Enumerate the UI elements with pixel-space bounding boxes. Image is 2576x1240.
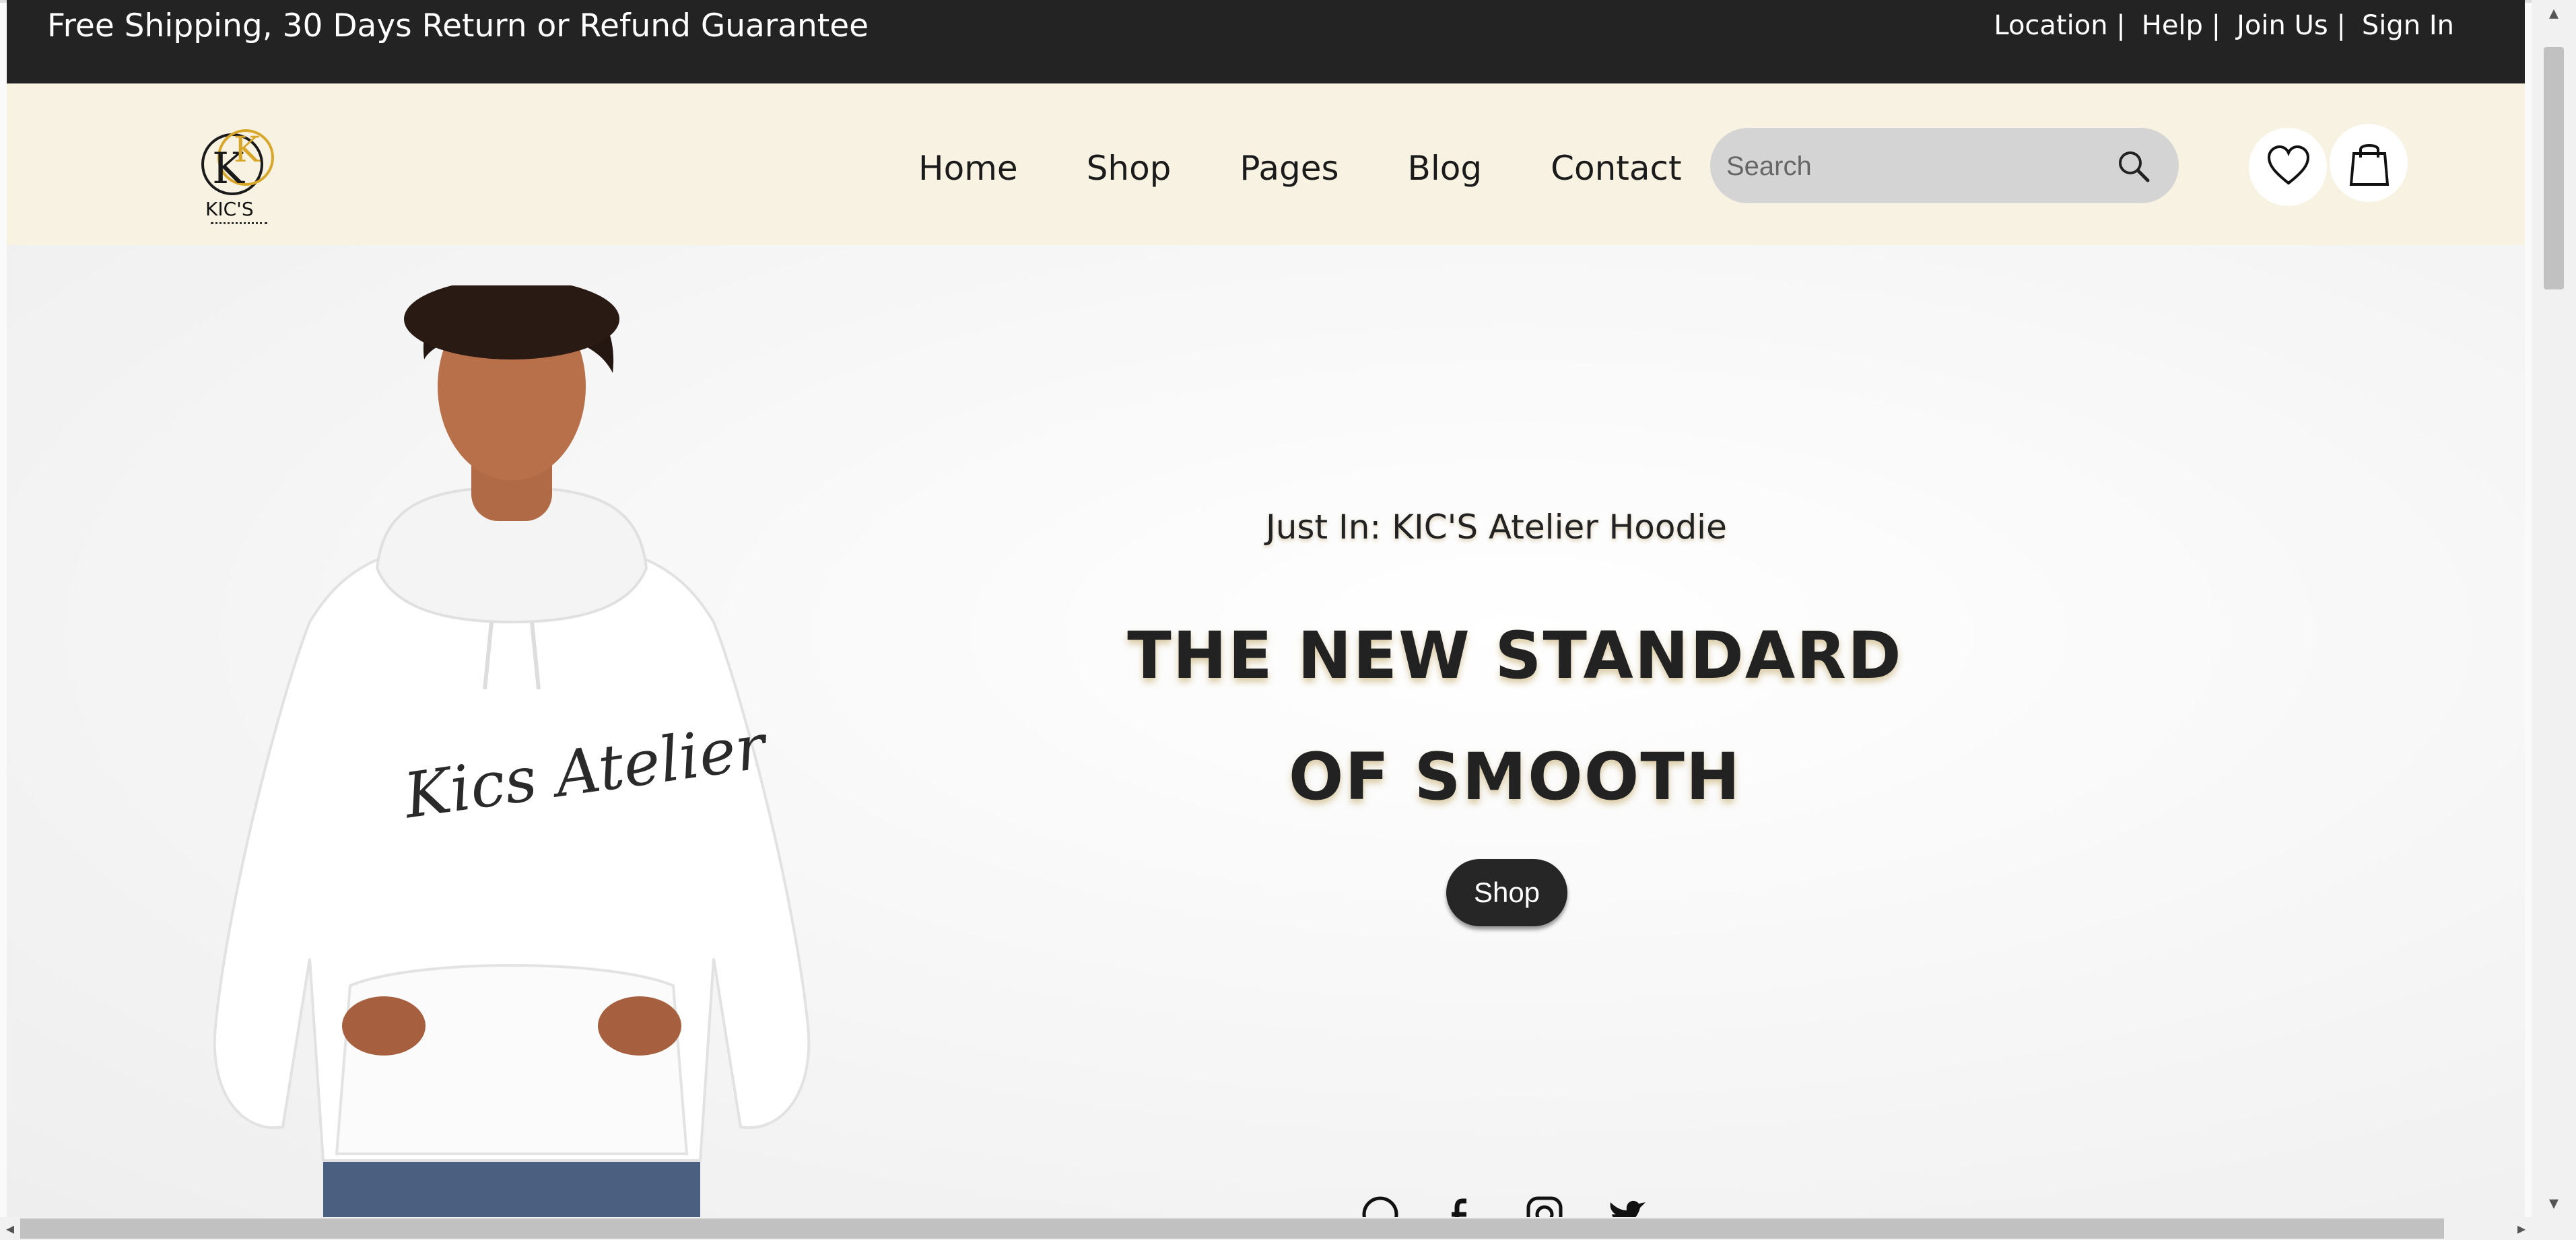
nav-pages[interactable]: Pages <box>1240 148 1338 188</box>
nav-home[interactable]: Home <box>918 148 1018 188</box>
model-hoodie-image: Kics Atelier <box>213 285 811 1217</box>
page: Free Shipping, 30 Days Return or Refund … <box>7 0 2525 1217</box>
logo-text: KIC'S <box>205 198 254 220</box>
site-header: K K KIC'S Home Shop Pages Blog Contact <box>7 83 2525 245</box>
whatsapp-icon[interactable] <box>1360 1194 1400 1217</box>
announcement-bar: Free Shipping, 30 Days Return or Refund … <box>7 0 2525 83</box>
nav-shop[interactable]: Shop <box>1087 148 1172 188</box>
vertical-scroll-thumb[interactable] <box>2544 47 2564 289</box>
headline-line-1: THE NEW STANDARD <box>1127 618 1903 693</box>
search-input[interactable] <box>1725 145 2105 187</box>
facebook-icon[interactable] <box>1442 1194 1483 1217</box>
search-box <box>1710 128 2179 203</box>
social-links <box>1360 1194 1647 1217</box>
top-links: Location | Help | Join Us | Sign In <box>1977 8 2454 43</box>
hero-subheading: Just In: KIC'S Atelier Hoodie <box>1266 508 1727 547</box>
logo-mark-icon: K K <box>201 129 274 195</box>
heart-icon <box>2267 145 2310 185</box>
instagram-icon[interactable] <box>1524 1194 1565 1217</box>
main-nav: Home Shop Pages Blog Contact <box>918 148 1751 188</box>
svg-text:K: K <box>234 130 261 170</box>
twitter-icon[interactable] <box>1606 1194 1647 1217</box>
search-icon[interactable] <box>2115 148 2152 184</box>
nav-contact[interactable]: Contact <box>1551 148 1682 188</box>
scroll-up-icon[interactable]: ▴ <box>2544 1 2564 24</box>
brand-logo[interactable]: K K KIC'S <box>192 124 286 238</box>
sign-in-link[interactable]: Sign In <box>2362 8 2454 43</box>
logo-tagline <box>211 222 267 230</box>
hero-banner: Kics Atelier Just In: KIC'S Atelier Hood… <box>7 245 2525 1217</box>
location-link[interactable]: Location | <box>1994 8 2125 43</box>
scroll-down-icon[interactable]: ▾ <box>2544 1192 2564 1214</box>
shopping-bag-icon <box>2349 144 2389 186</box>
join-us-link[interactable]: Join Us | <box>2237 8 2346 43</box>
scroll-left-icon[interactable]: ◂ <box>0 1217 20 1240</box>
headline-line-2: OF SMOOTH <box>1288 739 1742 815</box>
cart-button[interactable] <box>2330 124 2408 202</box>
promo-text: Free Shipping, 30 Days Return or Refund … <box>47 7 869 44</box>
scroll-right-icon[interactable]: ▸ <box>2511 1217 2532 1240</box>
hero-shop-button[interactable]: Shop <box>1446 859 1567 926</box>
horizontal-scrollbar[interactable]: ◂ ▸ <box>0 1217 2532 1240</box>
nav-blog[interactable]: Blog <box>1408 148 1483 188</box>
wishlist-button[interactable] <box>2249 128 2327 206</box>
horizontal-scroll-thumb[interactable] <box>20 1218 2444 1239</box>
hero-headline: THE NEW STANDARD OF SMOOTH <box>1111 595 1919 837</box>
help-link[interactable]: Help | <box>2142 8 2221 43</box>
vertical-scrollbar[interactable]: ▴ ▾ <box>2532 0 2576 1240</box>
